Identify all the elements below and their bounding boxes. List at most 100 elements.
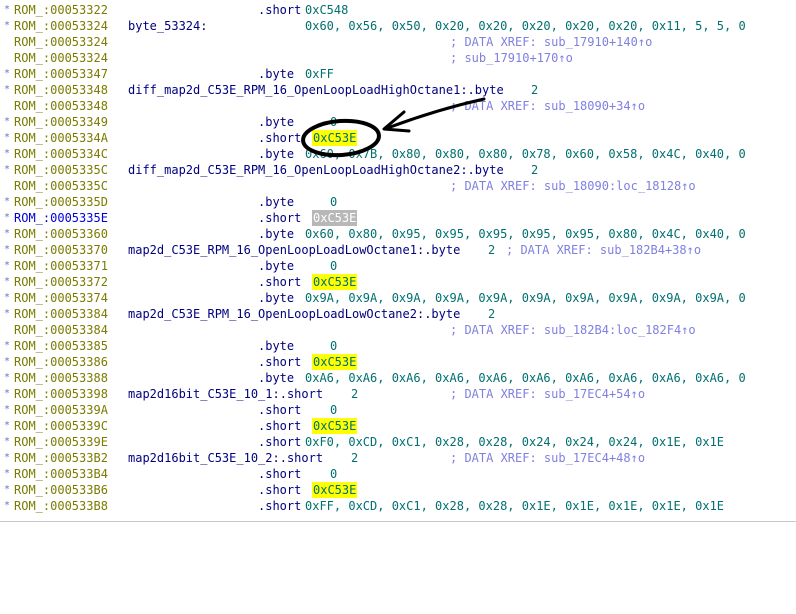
row-operand[interactable]: 0xA6, 0xA6, 0xA6, 0xA6, 0xA6, 0xA6, 0xA6…	[305, 370, 746, 386]
row-address[interactable]: ROM_:00053324	[14, 34, 108, 50]
listing-row[interactable]: * ROM_:00053398 map2d16bit_C53E_10_1:.shor…	[0, 386, 796, 402]
row-address[interactable]: ROM_:00053398	[14, 386, 108, 402]
listing-row[interactable]: * ROM_:00053385 .byte 0	[0, 338, 796, 354]
row-operand[interactable]: 2	[488, 306, 495, 322]
row-label[interactable]: diff_map2d_C53E_RPM_16_OpenLoopLoadHighO…	[128, 82, 504, 98]
listing-row[interactable]: * ROM_:00053384 map2d_C53E_RPM_16_OpenLoop…	[0, 306, 796, 322]
row-address[interactable]: ROM_:0005335E	[14, 210, 108, 226]
highlighted-operand[interactable]: 0xC53E	[312, 354, 358, 370]
row-operand[interactable]: 2	[488, 242, 495, 258]
row-address[interactable]: ROM_:0005339E	[14, 434, 108, 450]
row-label[interactable]: map2d_C53E_RPM_16_OpenLoopLoadLowOctane1…	[128, 242, 460, 258]
row-address[interactable]: ROM_:0005339C	[14, 418, 108, 434]
row-operand[interactable]: 0xFF	[305, 66, 334, 82]
row-address[interactable]: ROM_:00053385	[14, 338, 108, 354]
row-address[interactable]: ROM_:000533B6	[14, 482, 108, 498]
listing-row[interactable]: ROM_:00053348 ; DATA XREF: sub_18090+34↑o	[0, 98, 796, 114]
row-operand[interactable]: 0xFF, 0xCD, 0xC1, 0x28, 0x28, 0x1E, 0x1E…	[305, 498, 724, 514]
row-address[interactable]: ROM_:000533B2	[14, 450, 108, 466]
listing-row[interactable]: * ROM_:0005339E .short 0xF0, 0xCD, 0xC1, 0x…	[0, 434, 796, 450]
listing-row[interactable]: * ROM_:00053360 .byte 0x60, 0x80, 0x95, 0x9…	[0, 226, 796, 242]
row-operand[interactable]: 0x60, 0x80, 0x95, 0x95, 0x95, 0x95, 0x95…	[305, 226, 746, 242]
listing-row[interactable]: * ROM_:00053374 .byte 0x9A, 0x9A, 0x9A, 0x9…	[0, 290, 796, 306]
row-operand[interactable]: 0	[330, 194, 337, 210]
row-operand[interactable]: 0x60, 0x7B, 0x80, 0x80, 0x80, 0x78, 0x60…	[305, 146, 746, 162]
listing-row[interactable]: ROM_:00053324 ; DATA XREF: sub_17910+140↑…	[0, 34, 796, 50]
disassembly-listing[interactable]: * ROM_:00053322 .short 0xC548 * ROM_:00053324…	[0, 0, 796, 522]
row-operand[interactable]: 0	[330, 466, 337, 482]
listing-row[interactable]: * ROM_:0005334C .byte 0x60, 0x7B, 0x80, 0x8…	[0, 146, 796, 162]
row-operand[interactable]: 0	[330, 338, 337, 354]
row-address[interactable]: ROM_:000533B8	[14, 498, 108, 514]
listing-row[interactable]: * ROM_:00053371 .byte 0	[0, 258, 796, 274]
row-address[interactable]: ROM_:00053384	[14, 306, 108, 322]
listing-row[interactable]: * ROM_:000533B4 .short 0	[0, 466, 796, 482]
row-operand[interactable]: 0x60, 0x56, 0x50, 0x20, 0x20, 0x20, 0x20…	[305, 18, 746, 34]
row-xref-comment[interactable]: ; sub_17910+170↑o	[450, 50, 573, 66]
highlighted-operand[interactable]: 0xC53E	[312, 482, 358, 498]
row-operand[interactable]: 2	[351, 386, 358, 402]
highlighted-operand[interactable]: 0xC53E	[312, 274, 358, 290]
listing-row[interactable]: ROM_:00053384 ; DATA XREF: sub_182B4:loc_…	[0, 322, 796, 338]
row-xref-comment[interactable]: ; DATA XREF: sub_17EC4+48↑o	[450, 450, 645, 466]
row-operand[interactable]: 0	[330, 114, 337, 130]
row-label[interactable]: map2d_C53E_RPM_16_OpenLoopLoadLowOctane2…	[128, 306, 460, 322]
row-operand[interactable]: 2	[531, 162, 538, 178]
row-address[interactable]: ROM_:0005334C	[14, 146, 108, 162]
listing-row[interactable]: * ROM_:000533B2 map2d16bit_C53E_10_2:.shor…	[0, 450, 796, 466]
listing-row[interactable]: ROM_:0005335C ; DATA XREF: sub_18090:loc_…	[0, 178, 796, 194]
row-xref-comment[interactable]: ; DATA XREF: sub_18090+34↑o	[450, 98, 645, 114]
listing-row[interactable]: * ROM_:00053347 .byte 0xFF	[0, 66, 796, 82]
row-address[interactable]: ROM_:0005334A	[14, 130, 108, 146]
listing-row[interactable]: * ROM_:00053372 .short 0xC53E	[0, 274, 796, 290]
listing-row[interactable]: * ROM_:0005335E .short 0xC53E	[0, 210, 796, 226]
row-address[interactable]: ROM_:0005335C	[14, 162, 108, 178]
row-address[interactable]: ROM_:00053348	[14, 82, 108, 98]
row-operand[interactable]: 0xC548	[305, 2, 348, 18]
listing-row[interactable]: * ROM_:00053348 diff_map2d_C53E_RPM_16_Ope…	[0, 82, 796, 98]
row-address[interactable]: ROM_:00053324	[14, 18, 108, 34]
listing-row[interactable]: * ROM_:000533B8 .short 0xFF, 0xCD, 0xC1, 0x…	[0, 498, 796, 514]
row-operand[interactable]: 0	[330, 258, 337, 274]
row-xref-comment[interactable]: ; DATA XREF: sub_17EC4+54↑o	[450, 386, 645, 402]
row-address[interactable]: ROM_:0005339A	[14, 402, 108, 418]
listing-row[interactable]: * ROM_:00053322 .short 0xC548	[0, 2, 796, 18]
listing-row[interactable]: * ROM_:000533B6 .short 0xC53E	[0, 482, 796, 498]
row-operand[interactable]: 0	[330, 402, 337, 418]
listing-row[interactable]: * ROM_:00053388 .byte 0xA6, 0xA6, 0xA6, 0xA…	[0, 370, 796, 386]
listing-row[interactable]: * ROM_:00053349 .byte 0	[0, 114, 796, 130]
row-xref-comment[interactable]: ; DATA XREF: sub_17910+140↑o	[450, 34, 652, 50]
row-label[interactable]: diff_map2d_C53E_RPM_16_OpenLoopLoadHighO…	[128, 162, 504, 178]
listing-row[interactable]: * ROM_:00053370 map2d_C53E_RPM_16_OpenLoop…	[0, 242, 796, 258]
listing-row[interactable]: * ROM_:00053324 byte_53324: 0x60, 0x56, 0x5…	[0, 18, 796, 34]
row-address[interactable]: ROM_:00053388	[14, 370, 108, 386]
row-address[interactable]: ROM_:00053374	[14, 290, 108, 306]
row-label[interactable]: map2d16bit_C53E_10_1:.short	[128, 386, 323, 402]
row-address[interactable]: ROM_:00053349	[14, 114, 108, 130]
row-address[interactable]: ROM_:00053360	[14, 226, 108, 242]
highlighted-operand[interactable]: 0xC53E	[312, 418, 358, 434]
row-address[interactable]: ROM_:00053348	[14, 98, 108, 114]
listing-row[interactable]: * ROM_:0005334A .short 0xC53E	[0, 130, 796, 146]
row-xref-comment[interactable]: ; DATA XREF: sub_18090:loc_18128↑o	[450, 178, 696, 194]
row-operand[interactable]: 0xF0, 0xCD, 0xC1, 0x28, 0x28, 0x24, 0x24…	[305, 434, 724, 450]
row-label[interactable]: byte_53324:	[128, 18, 207, 34]
row-address[interactable]: ROM_:00053384	[14, 322, 108, 338]
listing-row[interactable]: * ROM_:0005335D .byte 0	[0, 194, 796, 210]
row-xref-comment[interactable]: ; DATA XREF: sub_182B4:loc_182F4↑o	[450, 322, 696, 338]
row-address[interactable]: ROM_:00053347	[14, 66, 108, 82]
listing-row[interactable]: * ROM_:0005339A .short 0	[0, 402, 796, 418]
row-address[interactable]: ROM_:00053324	[14, 50, 108, 66]
row-xref-comment[interactable]: ; DATA XREF: sub_182B4+38↑o	[506, 242, 701, 258]
row-address[interactable]: ROM_:0005335D	[14, 194, 108, 210]
row-address[interactable]: ROM_:000533B4	[14, 466, 108, 482]
row-address[interactable]: ROM_:00053322	[14, 2, 108, 18]
row-address[interactable]: ROM_:00053371	[14, 258, 108, 274]
row-address[interactable]: ROM_:00053370	[14, 242, 108, 258]
row-operand[interactable]: 2	[531, 82, 538, 98]
listing-row[interactable]: * ROM_:0005335C diff_map2d_C53E_RPM_16_Ope…	[0, 162, 796, 178]
highlighted-operand[interactable]: 0xC53E	[312, 210, 358, 226]
row-address[interactable]: ROM_:00053386	[14, 354, 108, 370]
listing-row[interactable]: * ROM_:0005339C .short 0xC53E	[0, 418, 796, 434]
row-operand[interactable]: 0x9A, 0x9A, 0x9A, 0x9A, 0x9A, 0x9A, 0x9A…	[305, 290, 746, 306]
